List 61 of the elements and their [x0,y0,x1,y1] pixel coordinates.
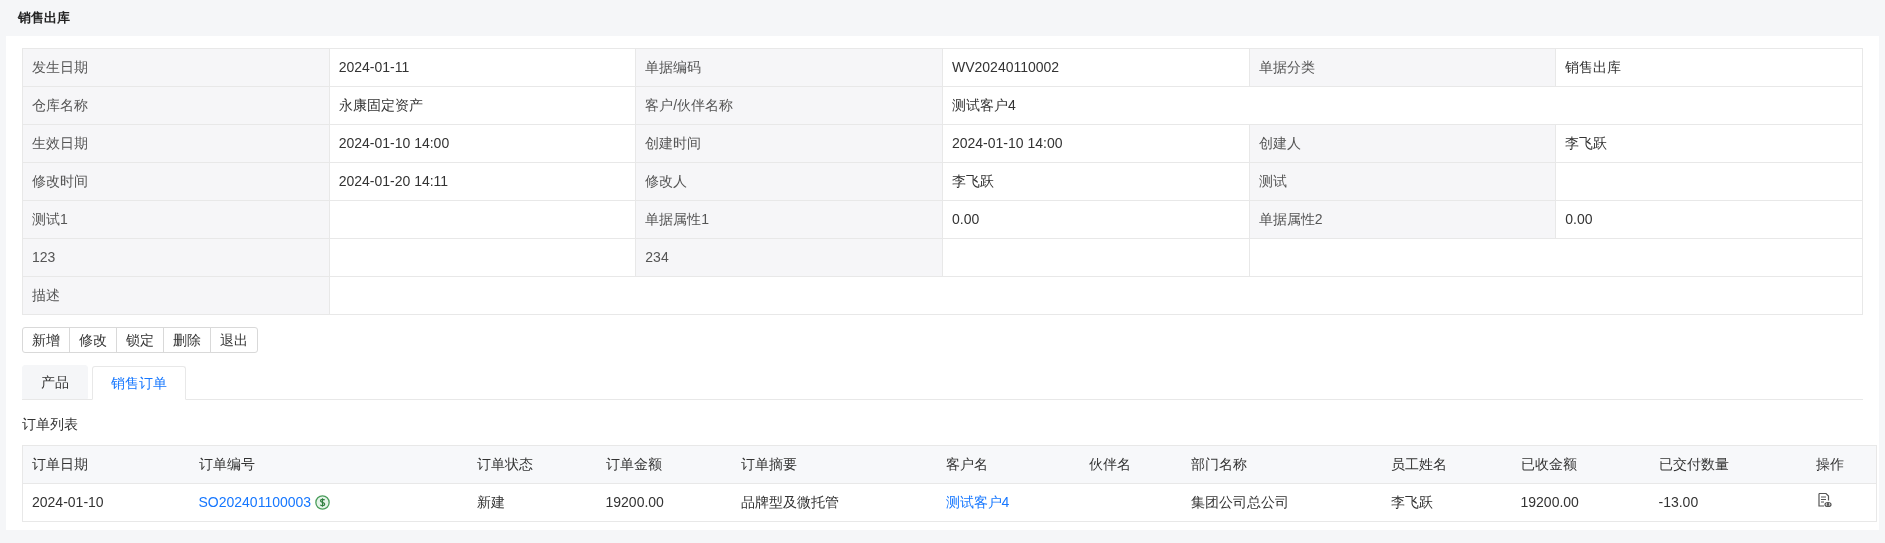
field-value: 2024-01-11 [329,48,636,87]
field-label: 测试1 [22,200,330,239]
toolbar-button[interactable]: 新增 [22,327,70,353]
field-label: 生效日期 [22,124,330,163]
field-value: 2024-01-20 14:11 [329,162,636,201]
field-label: 123 [22,238,330,277]
column-header: 订单编号 [189,445,468,484]
field-value: 永康固定资产 [329,86,636,125]
column-header: 订单日期 [22,445,190,484]
table-cell: 19200.00 [605,494,664,510]
column-header: 已收金额 [1511,445,1650,484]
field-label: 客户/伙伴名称 [635,86,943,125]
column-header: 员工姓名 [1381,445,1512,484]
field-value: 2024-01-10 14:00 [329,124,636,163]
table-link[interactable]: SO202401100003 [198,492,312,513]
field-label: 单据属性2 [1249,200,1556,239]
field-label: 发生日期 [22,48,330,87]
column-header: 订单金额 [596,445,732,484]
page-title: 销售出库 [18,9,70,28]
column-header: 已交付数量 [1649,445,1807,484]
table-cell: 李飞跃 [1390,494,1433,510]
column-header: 操作 [1806,445,1877,484]
field-label: 单据分类 [1249,48,1556,87]
column-header: 订单状态 [467,445,597,484]
field-label: 描述 [22,276,330,315]
field-label: 单据属性1 [635,200,943,239]
table-cell: 19200.00 [1520,494,1579,510]
toolbar-button[interactable]: 删除 [163,327,211,353]
toolbar-button[interactable]: 锁定 [116,327,164,353]
table-cell: 2024-01-10 [32,494,104,510]
field-value: 销售出库 [1555,48,1863,87]
column-header: 部门名称 [1181,445,1382,484]
tab[interactable]: 产品 [22,365,88,399]
field-label: 修改人 [635,162,943,201]
field-value: 0.00 [942,200,1250,239]
column-header: 伙伴名 [1079,445,1182,484]
section-title: 订单列表 [22,416,78,432]
field-value: 2024-01-10 14:00 [942,124,1250,163]
field-value: WV20240110002 [942,48,1250,87]
field-value: 李飞跃 [942,162,1250,201]
field-value: 0.00 [1555,200,1863,239]
column-header: 订单摘要 [731,445,937,484]
tab[interactable]: 销售订单 [92,366,186,400]
field-label: 创建时间 [635,124,943,163]
table-cell: -13.00 [1658,494,1699,510]
table-cell: 集团公司总公司 [1190,494,1289,510]
field-label: 单据编码 [635,48,943,87]
field-label: 234 [635,238,943,277]
field-label: 测试 [1249,162,1556,201]
column-header: 客户名 [936,445,1080,484]
toolbar-button[interactable]: 退出 [210,327,258,353]
field-label: 修改时间 [22,162,330,201]
field-value: 测试客户4 [942,86,1863,125]
table-cell: 品牌型及微托管 [740,494,839,510]
field-label: 仓库名称 [22,86,330,125]
table-link[interactable]: 测试客户4 [945,492,1010,513]
table-cell: 新建 [476,494,505,510]
document-view-icon[interactable] [1815,491,1832,508]
toolbar-button[interactable]: 修改 [69,327,117,353]
field-label: 创建人 [1249,124,1556,163]
field-value: 李飞跃 [1555,124,1863,163]
